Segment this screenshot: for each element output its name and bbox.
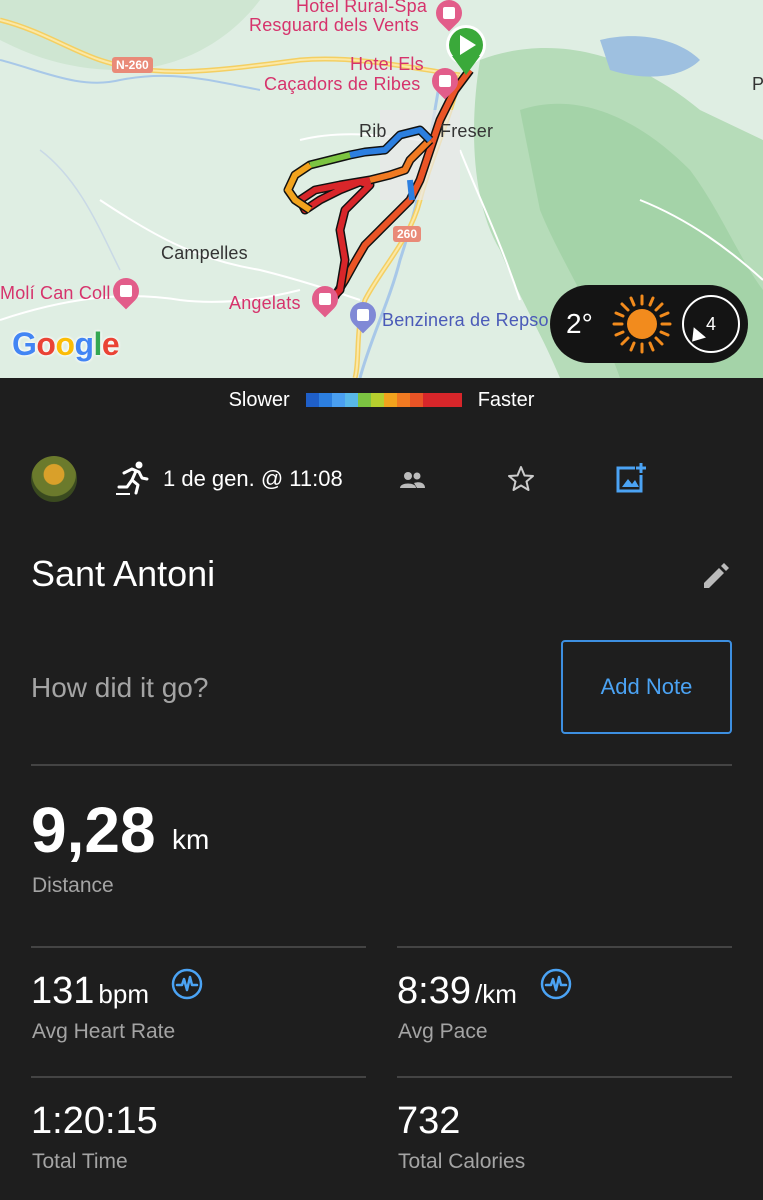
star-icon[interactable] — [506, 464, 536, 494]
distance-value: 9,28 — [31, 794, 156, 866]
map-label-benzinera[interactable]: Benzinera de Repso — [382, 310, 549, 331]
distance-unit: km — [172, 824, 210, 855]
note-prompt: How did it go? — [31, 672, 209, 703]
people-icon[interactable] — [398, 466, 426, 494]
activity-map[interactable]: Hotel Rural-Spa Resguard dels Vents Hote… — [0, 0, 763, 378]
avatar[interactable] — [31, 456, 77, 502]
heart-rate-label: Avg Heart Rate — [32, 1020, 176, 1043]
google-logo: Google — [12, 326, 120, 362]
weather-widget[interactable]: 2° 4 — [550, 285, 748, 363]
map-label-ribes-left: Rib — [359, 121, 387, 141]
legend-faster: Faster — [477, 388, 535, 411]
divider — [31, 1076, 366, 1078]
running-icon — [116, 461, 149, 495]
total-time-label: Total Time — [32, 1150, 128, 1173]
map-label-angelats[interactable]: Angelats — [229, 293, 301, 314]
map-label-ribes-right: Freser — [440, 121, 494, 141]
total-time-value: 1:20:15 — [31, 1100, 158, 1142]
map-label-hotel-els[interactable]: Hotel Els — [350, 54, 424, 75]
speed-legend: Slower Faster — [0, 378, 763, 422]
wind-compass-icon: 4 — [682, 295, 740, 353]
distance-label: Distance — [32, 874, 114, 897]
pace-unit: /km — [474, 979, 517, 1009]
sun-icon — [612, 294, 672, 354]
speed-gradient-bar — [305, 393, 462, 407]
total-calories-label: Total Calories — [398, 1150, 526, 1173]
heart-rate-stat: 131 bpm — [31, 970, 149, 1013]
total-calories-value: 732 — [397, 1100, 461, 1142]
pace-label: Avg Pace — [398, 1020, 488, 1043]
wind-speed: 4 — [705, 313, 716, 334]
pace-value: 8:39 — [397, 970, 471, 1012]
divider — [397, 1076, 732, 1078]
map-label-cacadors[interactable]: Caçadors de Ribes — [264, 74, 420, 95]
temperature: 2° — [566, 308, 593, 339]
pace-stat: 8:39/km — [397, 970, 517, 1013]
chart-pulse-icon[interactable] — [540, 968, 572, 1000]
heart-rate-value: 131 — [31, 970, 95, 1012]
activity-date: 1 de gen. @ 11:08 — [163, 466, 343, 491]
map-label-moli[interactable]: Molí Can Coll — [0, 283, 111, 304]
activity-header: 1 de gen. @ 11:08 — [0, 452, 763, 506]
add-note-button[interactable]: Add Note — [561, 640, 732, 734]
divider — [31, 764, 732, 766]
divider — [397, 946, 732, 948]
divider — [31, 946, 366, 948]
edit-icon[interactable] — [700, 562, 730, 592]
activity-title: Sant Antoni — [31, 553, 216, 594]
road-shield-260: 260 — [393, 226, 422, 242]
map-label-hotel-rural-spa-2[interactable]: Resguard dels Vents — [249, 15, 419, 36]
legend-slower: Slower — [228, 388, 290, 411]
map-label-edge: P — [752, 74, 763, 94]
chart-pulse-icon[interactable] — [171, 968, 203, 1000]
add-photo-icon[interactable] — [613, 461, 647, 495]
map-label-campelles: Campelles — [161, 243, 248, 263]
heart-rate-unit: bpm — [98, 979, 149, 1009]
road-shield-n260: N-260 — [112, 57, 153, 73]
